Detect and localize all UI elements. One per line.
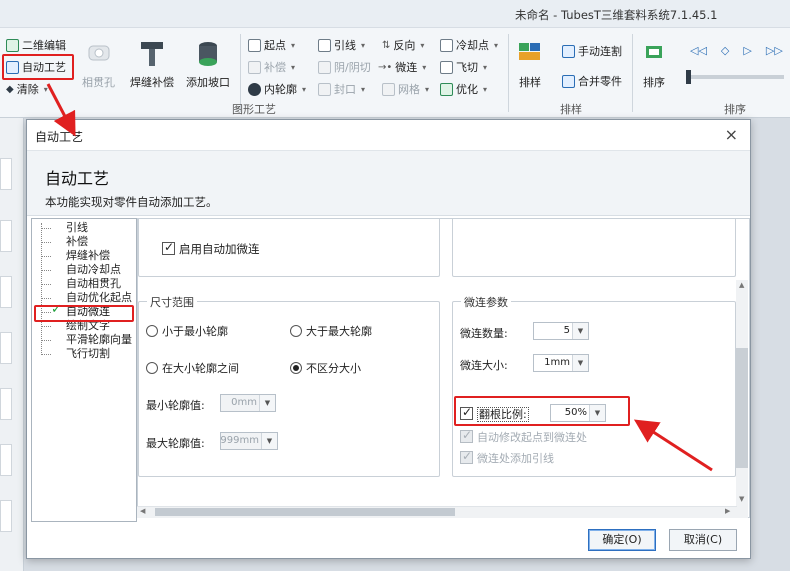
annotation-arrows (46, 83, 713, 472)
arrow-to-dialog (46, 83, 76, 137)
arrow-to-ratio (633, 419, 713, 472)
